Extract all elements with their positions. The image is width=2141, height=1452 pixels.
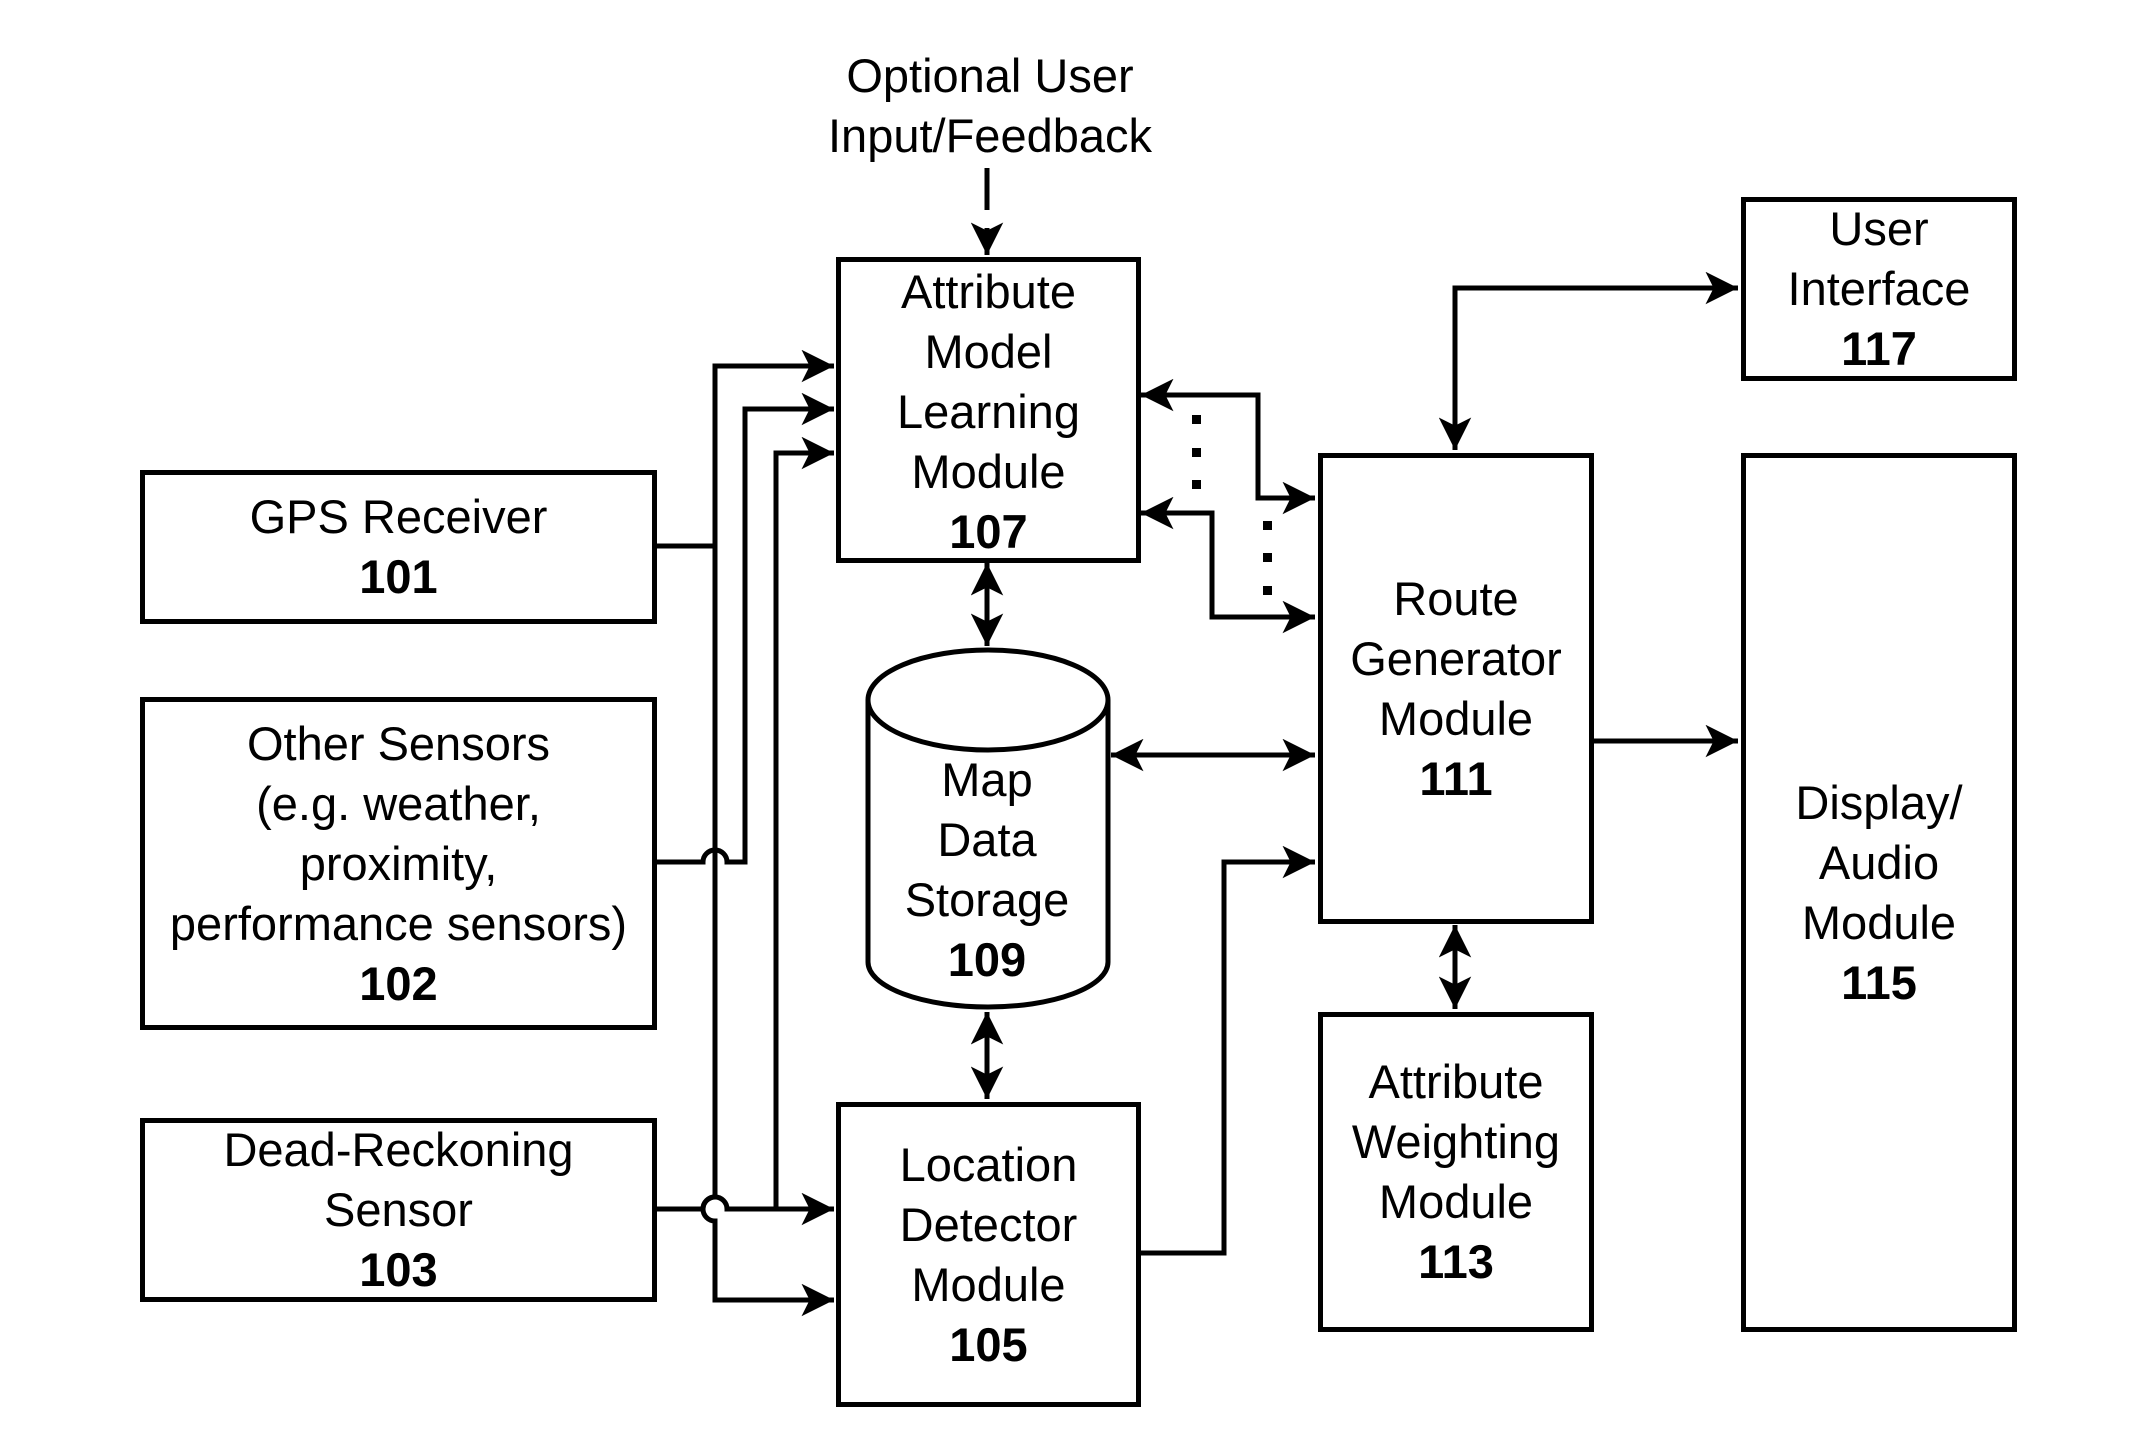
ellipsis-dot <box>1192 415 1201 424</box>
ellipsis-dot <box>1263 586 1272 595</box>
block-other-sensors: Other Sensors (e.g. weather, proximity, … <box>140 697 657 1030</box>
block-number: 107 <box>949 505 1028 558</box>
block-number: 105 <box>949 1317 1028 1371</box>
block-label: User Interface <box>1787 202 1971 315</box>
connector-107-111-a <box>1141 378 1315 515</box>
optional-user-input-label: Optional User Input/Feedback <box>828 49 1152 162</box>
block-user-interface: User Interface 117 <box>1741 197 2017 381</box>
block-number: 117 <box>1841 322 1917 375</box>
connector-107-111-b <box>1141 496 1315 634</box>
block-label: Display/ Audio Module <box>1795 775 1963 949</box>
block-attribute-weighting: Attribute Weighting Module 113 <box>1318 1012 1594 1332</box>
connector-dead-reckoning-to-107 <box>773 436 834 1209</box>
block-dead-reckoning-sensor: Dead-Reckoning Sensor 103 <box>140 1118 657 1302</box>
block-number: 103 <box>359 1243 438 1296</box>
block-label: Attribute Weighting Module <box>1351 1055 1561 1228</box>
ellipsis-dot <box>1263 553 1272 562</box>
block-map-data-storage: Map Data Storage 109 <box>866 750 1108 990</box>
block-label: GPS Receiver <box>249 490 548 543</box>
connector-dead-reckoning-to-105 <box>655 1192 834 1226</box>
block-label: Other Sensors (e.g. weather, proximity, … <box>169 716 628 950</box>
block-route-generator: Route Generator Module 111 <box>1318 453 1594 924</box>
block-display-audio: Display/ Audio Module 115 <box>1741 453 2017 1332</box>
connector-105-to-111 <box>1138 845 1315 1256</box>
connector-gps-to-105 <box>700 546 834 1300</box>
block-gps-receiver: GPS Receiver 101 <box>140 470 657 624</box>
block-label: Attribute Model Learning Module <box>897 265 1080 498</box>
ellipsis-dot <box>1263 521 1272 530</box>
block-number: 109 <box>947 933 1027 986</box>
block-label: Map Data Storage <box>904 753 1070 926</box>
block-label: Route Generator Module <box>1350 571 1562 745</box>
block-label: Dead-Reckoning Sensor <box>223 1123 574 1236</box>
connector-other-sensors-to-107 <box>655 392 834 865</box>
connector-111-117 <box>1438 271 1738 450</box>
block-number: 101 <box>359 550 438 603</box>
block-label: Location Detector Module <box>899 1137 1078 1311</box>
block-number: 113 <box>1418 1235 1494 1288</box>
ellipsis-dot <box>1192 448 1201 457</box>
block-number: 115 <box>1841 955 1917 1009</box>
ellipsis-dot <box>1192 480 1201 489</box>
block-number: 111 <box>1419 751 1493 805</box>
block-location-detector: Location Detector Module 105 <box>836 1102 1141 1407</box>
block-attribute-model-learning: Attribute Model Learning Module 107 <box>836 257 1141 563</box>
block-number: 102 <box>359 956 438 1010</box>
